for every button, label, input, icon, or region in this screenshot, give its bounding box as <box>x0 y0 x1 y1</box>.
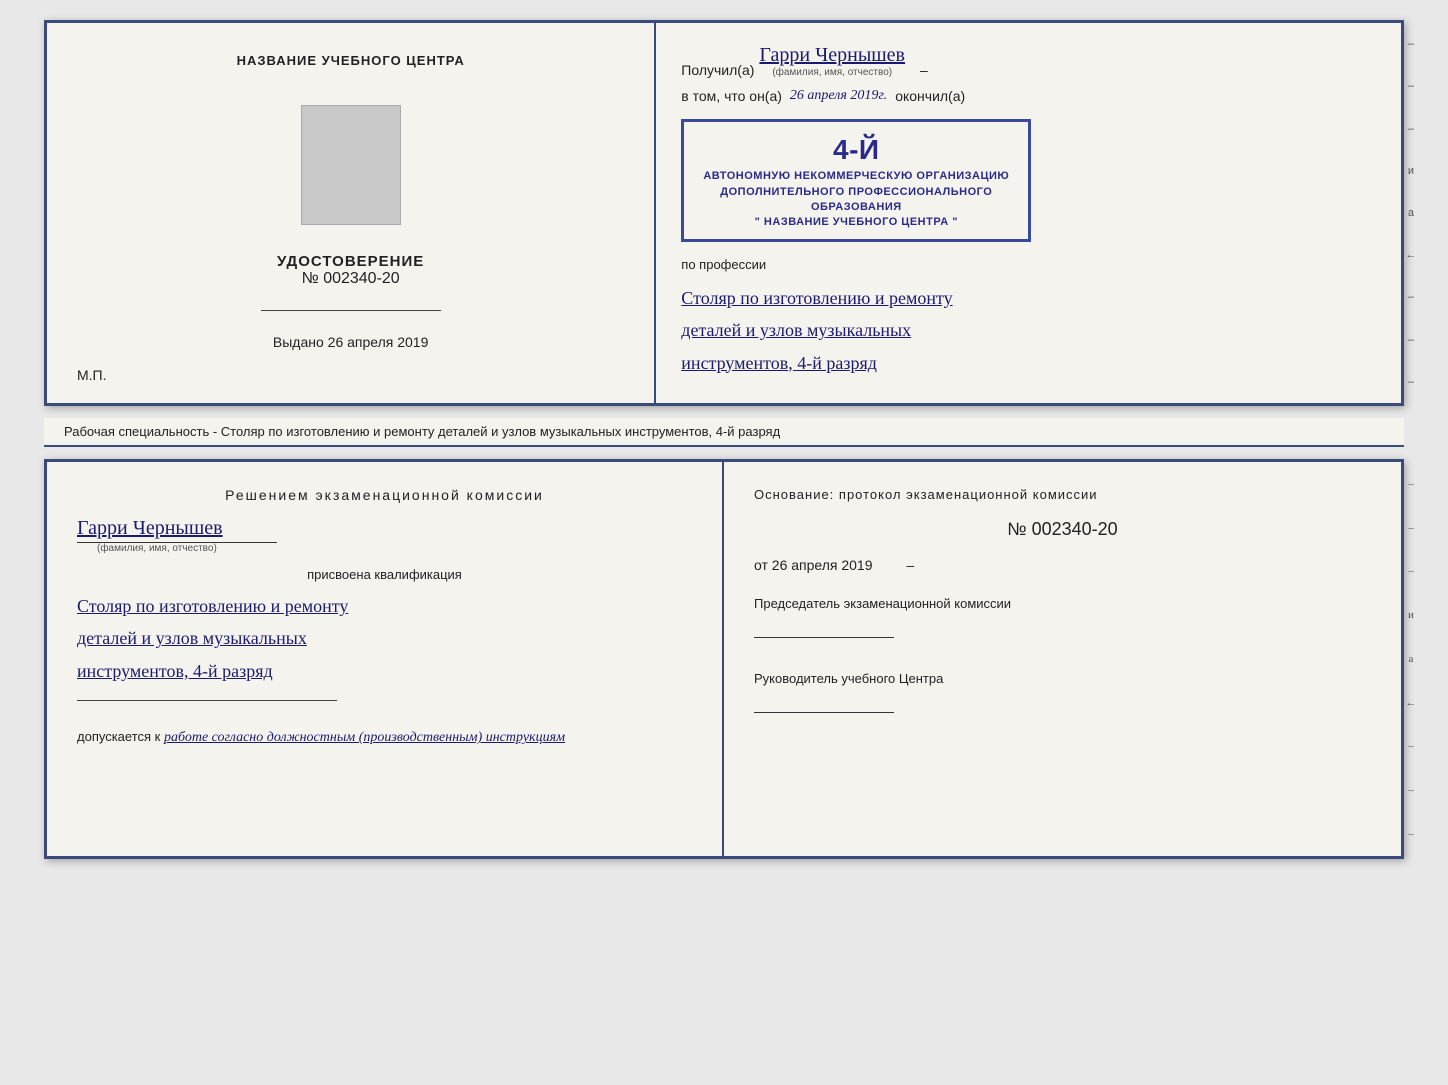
chairman-block: Председатель экзаменационной комиссии <box>754 595 1371 643</box>
cert-issued: Выдано 26 апреля 2019 <box>273 334 429 350</box>
date-value-top: 26 апреля 2019г. <box>790 88 887 104</box>
chairman-title: Председатель экзаменационной комиссии <box>754 595 1371 613</box>
received-line: Получил(а) Гарри Чернышев (фамилия, имя,… <box>681 43 1376 78</box>
person-name-bottom-block: Гарри Чернышев (фамилия, имя, отчество) <box>77 516 692 554</box>
cert-number: № 002340-20 <box>277 270 424 288</box>
person-name-bottom: Гарри Чернышев <box>77 516 223 540</box>
protocol-date: от 26 апреля 2019 – <box>754 557 1371 573</box>
photo-placeholder <box>301 105 401 225</box>
director-signature-line <box>754 693 894 713</box>
top-left-panel: НАЗВАНИЕ УЧЕБНОГО ЦЕНТРА УДОСТОВЕРЕНИЕ №… <box>47 23 656 403</box>
protocol-number: № 002340-20 <box>754 519 1371 540</box>
top-document: НАЗВАНИЕ УЧЕБНОГО ЦЕНТРА УДОСТОВЕРЕНИЕ №… <box>44 20 1404 406</box>
cert-title: УДОСТОВЕРЕНИЕ <box>277 253 424 270</box>
profession-text: Столяр по изготовлению и ремонту деталей… <box>681 282 1376 379</box>
mp-label: М.П. <box>77 367 107 383</box>
top-right-panel: Получил(а) Гарри Чернышев (фамилия, имя,… <box>656 23 1401 403</box>
bottom-document: Решением экзаменационной комиссии Гарри … <box>44 459 1404 859</box>
basis-title: Основание: протокол экзаменационной коми… <box>754 487 1371 502</box>
allowed-handwritten: работе согласно должностным (производств… <box>164 730 565 745</box>
org-name-top: НАЗВАНИЕ УЧЕБНОГО ЦЕНТРА <box>237 53 465 68</box>
person-name-top: Гарри Чернышев <box>759 43 905 67</box>
stamp-box: 4-й АВТОНОМНУЮ НЕКОММЕРЧЕСКУЮ ОРГАНИЗАЦИ… <box>681 119 1031 242</box>
allowed-text: допускается к работе согласно должностны… <box>77 729 692 746</box>
profession-label: по профессии <box>681 257 1376 272</box>
qualification-text: Столяр по изготовлению и ремонту деталей… <box>77 590 692 687</box>
bottom-right-panel: Основание: протокол экзаменационной коми… <box>724 462 1401 856</box>
director-block: Руководитель учебного Центра <box>754 670 1371 718</box>
qualification-label: присвоена квалификация <box>77 567 692 582</box>
bottom-left-panel: Решением экзаменационной комиссии Гарри … <box>47 462 724 856</box>
description-line: Рабочая специальность - Столяр по изгото… <box>44 418 1404 447</box>
date-line: в том, что он(а) 26 апреля 2019г. окончи… <box>681 88 1376 104</box>
decision-title: Решением экзаменационной комиссии <box>77 487 692 503</box>
chairman-signature-line <box>754 618 894 638</box>
side-decoration-bottom: –––иа←––– <box>1403 462 1419 856</box>
side-decoration-top: –––иа←––– <box>1403 23 1419 403</box>
director-title: Руководитель учебного Центра <box>754 670 1371 688</box>
